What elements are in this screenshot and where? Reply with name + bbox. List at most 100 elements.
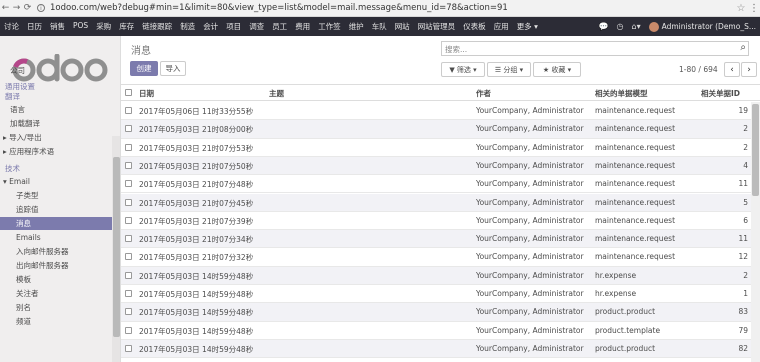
chat-icon[interactable]: 💬 [595,22,613,31]
row-checkbox[interactable] [125,216,132,224]
sidebar-item[interactable]: 出向邮件服务器 [0,259,112,272]
filters-button[interactable]: ▼ 筛选 ▾ [441,62,485,77]
app-menu-item[interactable]: 采购 [92,21,115,32]
app-menu-item[interactable]: 讨论 [0,21,23,32]
sidebar-item[interactable]: 入向邮件服务器 [0,245,112,258]
app-menu-item[interactable]: 费用 [291,21,314,32]
pager-previous-button[interactable]: ‹ [724,62,740,77]
app-menu-item[interactable]: 应用 [490,21,513,32]
sidebar-item[interactable]: 技术 [0,162,112,175]
row-checkbox[interactable] [125,143,132,151]
column-related-model[interactable]: 相关的单据模型 [595,88,648,99]
sidebar-item[interactable]: 消息 [0,217,112,230]
table-row[interactable]: 2017年05月03日 21时08分00秒 YourCompany, Admini… [121,120,751,139]
table-row[interactable]: 2017年05月03日 14时59分48秒 YourCompany, Admini… [121,339,751,359]
app-menu-item[interactable]: 车队 [368,21,391,32]
row-checkbox[interactable] [125,125,132,133]
group-by-button[interactable]: ☰ 分组 ▾ [487,62,531,77]
url-field[interactable]: 1odoo.com/web?debug#min=1&limit=80&view_… [50,3,734,13]
app-menu-item[interactable]: 网站管理员 [414,21,460,32]
app-menu-item[interactable]: 项目 [222,21,245,32]
sidebar-item[interactable]: 子类型 [0,189,112,202]
app-menu-item[interactable]: 更多 ▾ [513,21,542,32]
create-button[interactable]: 创建 [130,61,158,76]
sidebar-item[interactable]: ▸ 导入/导出 [0,131,112,144]
row-checkbox[interactable] [125,235,132,243]
table-row[interactable]: 2017年05月03日 21时07分45秒 YourCompany, Admini… [121,193,751,212]
app-menu-item[interactable]: 仪表板 [459,21,490,32]
sidebar-item[interactable]: 翻译 [0,90,112,103]
sidebar-scrollbar-thumb[interactable] [113,157,120,337]
sidebar-item[interactable]: 别名 [0,301,112,314]
row-checkbox[interactable] [125,180,132,188]
sidebar-item[interactable]: 关注者 [0,287,112,300]
search-input[interactable]: 搜索... ⌕ [441,41,749,56]
table-row[interactable]: 2017年05月03日 14时59分48秒 YourCompany, Admini… [121,322,751,340]
cell-date: 2017年05月03日 21时08分00秒 [139,125,254,135]
favorites-button[interactable]: ★ 收藏 ▾ [533,62,581,77]
sidebar-item[interactable]: 模板 [0,273,112,286]
table-scrollbar-thumb[interactable] [752,104,759,196]
app-menu-item[interactable]: 日历 [23,21,46,32]
table-row[interactable]: 2017年05月03日 21时07分32秒 YourCompany, Admini… [121,248,751,267]
row-checkbox[interactable] [125,253,132,261]
app-menu-item[interactable]: 调查 [245,21,268,32]
app-menu-item[interactable]: 网站 [391,21,414,32]
pager-value[interactable]: 1-80 / 694 [679,65,718,74]
app-menu-item[interactable]: 工作签 [314,21,345,32]
sidebar-item[interactable]: Emails [0,231,112,244]
forward-icon[interactable]: → [11,3,22,13]
app-menu-item[interactable]: 维护 [345,21,368,32]
info-icon[interactable]: i [37,4,45,12]
row-checkbox[interactable] [125,308,132,316]
table-row[interactable]: 2017年05月03日 14时59分48秒 YourCompany, Admini… [121,266,751,285]
row-checkbox[interactable] [125,198,132,206]
sidebar-item[interactable]: 追踪值 [0,203,112,216]
row-checkbox[interactable] [125,161,132,169]
table-row[interactable]: 2017年05月03日 14时59分48秒 YourCompany, Admini… [121,303,751,322]
row-checkbox[interactable] [125,326,132,334]
back-icon[interactable]: ← [0,3,11,13]
table-row[interactable]: 2017年05月03日 21时07分48秒 YourCompany, Admini… [121,175,751,194]
activity-clock-icon[interactable]: ◷ [613,22,628,31]
app-menu-item[interactable]: POS [69,21,92,32]
table-row[interactable]: 2017年05月06日 11时33分55秒 YourCompany, Admini… [121,102,751,121]
cell-date: 2017年05月03日 14时59分48秒 [139,308,254,318]
sidebar-item[interactable]: 频道 [0,315,112,328]
table-row[interactable]: 2017年05月03日 21时07分50秒 YourCompany, Admini… [121,156,751,176]
row-checkbox[interactable] [125,290,132,297]
browser-menu-icon[interactable]: ⋮ [748,3,760,14]
app-menu-item[interactable]: 销售 [46,21,69,32]
sidebar-item[interactable]: ▾ Email [0,175,112,188]
table-row[interactable]: 2017年05月03日 21时07分53秒 YourCompany, Admini… [121,139,751,157]
sidebar-item[interactable]: 加载翻译 [0,117,112,130]
import-button[interactable]: 导入 [160,61,186,76]
sidebar-item[interactable]: 公司 [0,64,112,77]
app-menu-item[interactable]: 会计 [199,21,222,32]
app-menu-item[interactable]: 员工 [268,21,291,32]
pager-next-button[interactable]: › [741,62,757,77]
app-menu-item[interactable]: 库存 [115,21,138,32]
table-row[interactable]: 2017年05月03日 21时07分34秒 YourCompany, Admini… [121,230,751,249]
row-checkbox[interactable] [125,344,132,352]
search-icon[interactable]: ⌕ [740,42,746,53]
app-menu-item[interactable]: 制造 [176,21,199,32]
column-author[interactable]: 作者 [476,88,491,99]
row-checkbox[interactable] [125,107,132,114]
avatar[interactable] [648,21,659,32]
user-menu[interactable]: Administrator (Demo_S... [662,22,760,31]
cell-author: YourCompany, Administrator [476,142,584,152]
table-row[interactable]: 2017年05月03日 14时59分48秒 YourCompany, Admini… [121,285,751,304]
sidebar-item[interactable]: 语言 [0,103,112,116]
column-related-id[interactable]: 相关单据ID [701,88,740,99]
reload-icon[interactable]: ⟳ [22,3,33,13]
bookmark-star-icon[interactable]: ☆ [734,3,748,14]
column-subject[interactable]: 主题 [269,88,284,99]
column-date[interactable]: 日期 [139,88,154,99]
select-all-checkbox[interactable] [125,89,132,96]
sidebar-item[interactable]: ▸ 应用程序术语 [0,145,112,158]
table-row[interactable]: 2017年05月03日 21时07分39秒 YourCompany, Admini… [121,212,751,231]
row-checkbox[interactable] [125,271,132,279]
app-menu-item[interactable]: 链接跟踪 [138,21,176,32]
home-icon[interactable]: ⌂▾ [628,22,645,31]
